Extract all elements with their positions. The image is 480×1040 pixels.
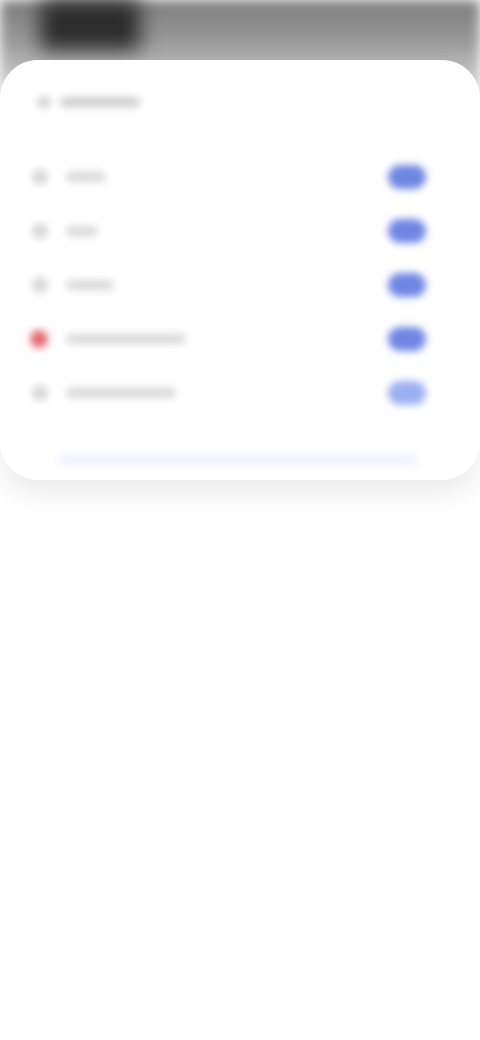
toggle-button[interactable] (388, 165, 426, 189)
list-item[interactable] (18, 150, 462, 204)
bottom-sheet (0, 60, 480, 480)
list-item[interactable] (18, 312, 462, 366)
list-icon (38, 97, 50, 107)
sheet-header (38, 90, 140, 114)
list-item[interactable] (18, 258, 462, 312)
toggle-button[interactable] (388, 381, 426, 405)
list-item-label (66, 226, 98, 236)
alert-icon (30, 330, 48, 348)
sheet-rows (18, 150, 462, 420)
toggle-button[interactable] (388, 327, 426, 351)
toggle-button[interactable] (388, 219, 426, 243)
circle-icon (32, 223, 48, 239)
bottom-bar (58, 455, 418, 465)
sheet-title-placeholder (60, 97, 140, 107)
list-item[interactable] (18, 204, 462, 258)
circle-icon (32, 169, 48, 185)
toggle-button[interactable] (388, 273, 426, 297)
list-item-label (66, 388, 176, 398)
list-item-label (66, 172, 106, 182)
list-item-label (66, 334, 186, 344)
circle-icon (32, 385, 48, 401)
sheet-content (18, 80, 462, 470)
screen (0, 0, 480, 1040)
blurred-header-block (40, 0, 140, 50)
list-item-label (66, 280, 114, 290)
circle-icon (32, 277, 48, 293)
list-item[interactable] (18, 366, 462, 420)
